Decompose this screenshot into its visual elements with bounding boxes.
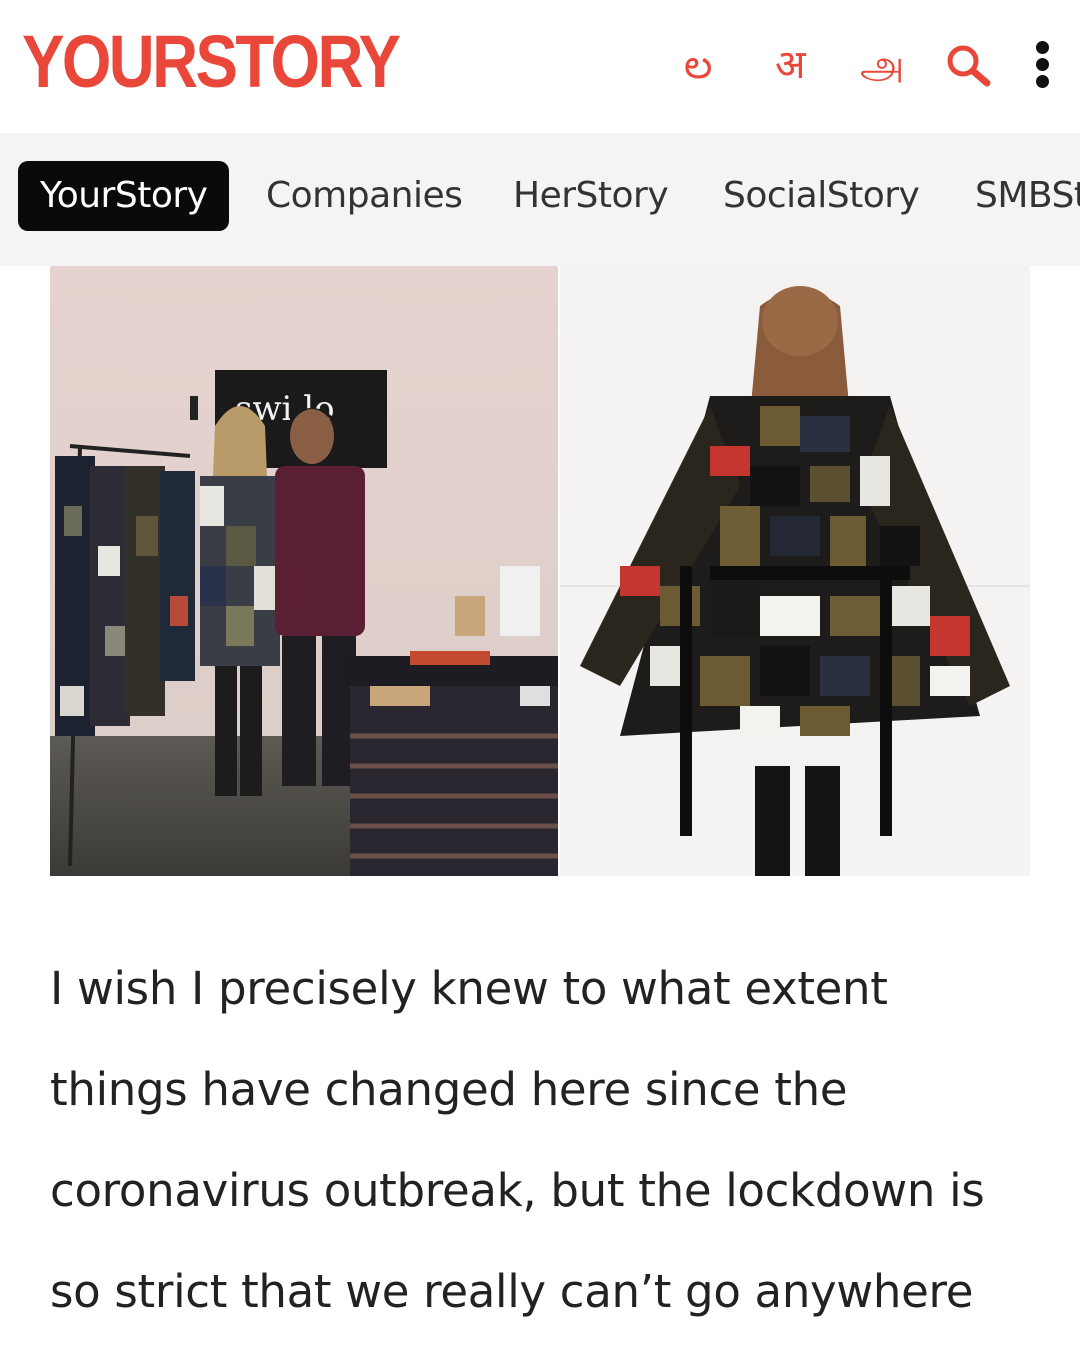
more-menu-button[interactable] bbox=[1030, 38, 1054, 92]
tab-herstory[interactable]: HerStory bbox=[513, 161, 669, 231]
photo-patchwork-coat bbox=[560, 266, 1030, 876]
yourstory-logo[interactable]: YOURSTORY bbox=[22, 22, 401, 102]
photo-stall-founders: swi lo bbox=[50, 266, 558, 876]
tab-companies[interactable]: Companies bbox=[266, 161, 463, 231]
top-header: YOURSTORY ల अ அ bbox=[0, 0, 1080, 133]
language-tamil-button[interactable]: அ bbox=[860, 40, 904, 90]
article-line: coronavirus outbreak, but the lockdown i… bbox=[50, 1164, 985, 1217]
category-nav: YourStory Companies HerStory SocialStory… bbox=[0, 133, 1080, 266]
search-button[interactable] bbox=[943, 42, 995, 90]
tab-socialstory[interactable]: SocialStory bbox=[723, 161, 920, 231]
language-hindi-button[interactable]: अ bbox=[775, 40, 806, 90]
article-body: I wish I precisely knew to what extent t… bbox=[50, 938, 1040, 1342]
article-line: I wish I precisely knew to what extent bbox=[50, 962, 888, 1015]
article-line: so strict that we really can’t go anywhe… bbox=[50, 1265, 974, 1318]
tab-yourstory[interactable]: YourStory bbox=[18, 161, 229, 231]
article-line: things have changed here since the bbox=[50, 1063, 848, 1116]
search-icon bbox=[947, 45, 991, 87]
more-vertical-icon bbox=[1030, 41, 1054, 88]
language-telugu-button[interactable]: ల bbox=[684, 40, 712, 90]
tab-smbstory[interactable]: SMBSt bbox=[975, 161, 1080, 231]
